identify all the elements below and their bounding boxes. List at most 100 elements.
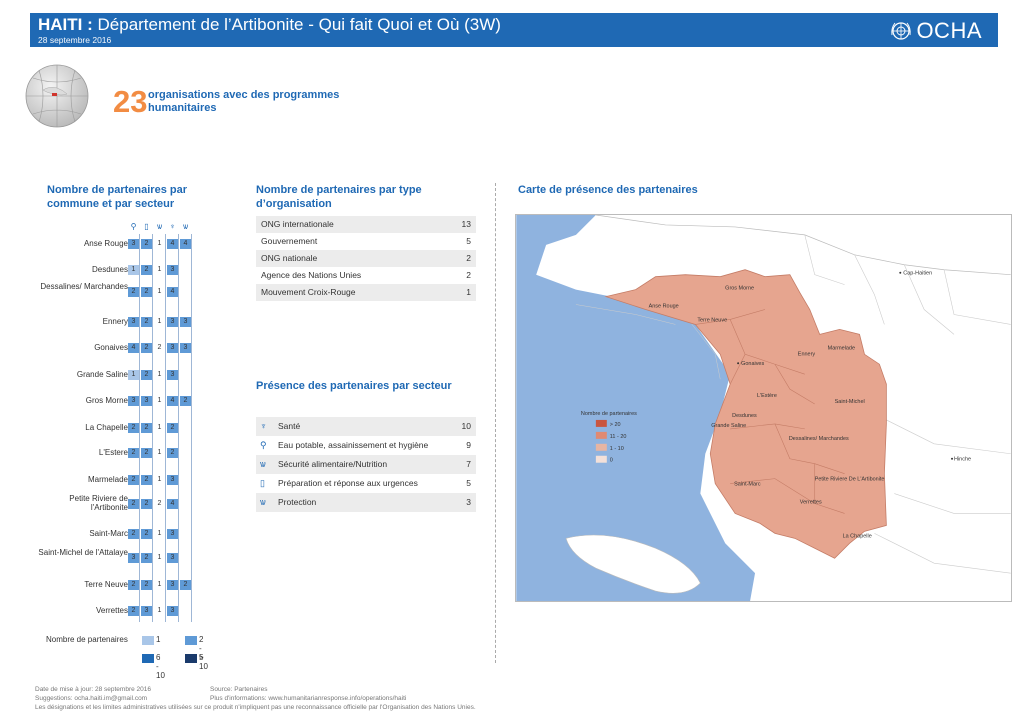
food-security-icon: ѡ — [183, 222, 188, 231]
commune-sector-value: 3 — [141, 606, 152, 616]
commune-sector-value: 1 — [128, 265, 139, 275]
food-kit-icon: ▯ — [144, 222, 149, 231]
commune-sector-value: 3 — [180, 343, 191, 353]
sector-presence-table: ♆ Santé 10 ⚲ Eau potable, assainissement et… — [256, 417, 476, 512]
map-label: Gonaives — [741, 361, 764, 367]
map-label: Hinche — [954, 457, 971, 463]
ocha-logo: OCHA — [890, 18, 982, 44]
commune-row: Anse Rouge 3 2 1 4 4 — [35, 237, 210, 263]
publication-date: 28 septembre 2016 — [38, 35, 112, 45]
table-row: ѡ Sécurité alimentaire/Nutrition 7 — [256, 455, 476, 474]
map-label: Saint-Michel — [835, 399, 865, 405]
commune-sector-value: 3 — [167, 317, 178, 327]
commune-sector-value: 2 — [141, 343, 152, 353]
partner-presence-map: Cap-Haitien Gros Morne Anse Rouge Terre … — [515, 214, 1012, 602]
map-label: Cap-Haitien — [903, 271, 932, 277]
map-legend-item: 0 — [610, 458, 613, 464]
page-title: HAITI : Département de l’Artibonite - Qu… — [38, 15, 501, 34]
globe-locator-icon — [25, 64, 89, 128]
emergency-kit-icon: ▯ — [260, 478, 265, 488]
commune-sector-value: 4 — [167, 287, 178, 297]
commune-row: Dessalines/ Marchandes 2 2 1 4 — [35, 282, 210, 311]
type-section-title: Nombre de partenaires par type d’organis… — [256, 184, 422, 210]
map-label: Gros Morne — [725, 286, 754, 292]
commune-legend: Nombre de partenaires 1 2 - 5 6 - 10 > 1… — [46, 635, 208, 680]
commune-sector-value: 2 — [141, 448, 152, 458]
commune-row: Terre Neuve 2 2 1 3 2 — [35, 578, 210, 604]
commune-row: Gros Morne 3 3 1 4 2 — [35, 394, 210, 420]
commune-sector-value: 2 — [128, 475, 139, 485]
commune-sector-value: 3 — [128, 239, 139, 249]
protection-icon: ѡ — [260, 497, 266, 507]
commune-name: Saint-Marc — [89, 529, 128, 538]
map-label: Desdunes — [732, 413, 757, 419]
legend-item: 1 — [156, 635, 161, 644]
commune-sector-value: 1 — [157, 266, 162, 273]
map-label: Ennery — [798, 351, 816, 357]
commune-name: Ennery — [102, 317, 128, 326]
commune-sector-value: 2 — [128, 606, 139, 616]
commune-sector-value: 3 — [128, 396, 139, 406]
map-legend-item: 11 - 20 — [610, 434, 627, 440]
commune-sector-value: 2 — [157, 344, 162, 351]
water-tap-icon: ⚲ — [260, 440, 267, 450]
commune-sector-value: 2 — [167, 448, 178, 458]
commune-sector-value: 3 — [180, 317, 191, 327]
commune-sector-value: 2 — [141, 529, 152, 539]
commune-sector-value: 3 — [128, 553, 139, 563]
commune-sector-value: 2 — [128, 499, 139, 509]
health-icon: ♆ — [169, 222, 176, 231]
commune-sector-value: 2 — [141, 239, 152, 249]
commune-sector-value: 2 — [180, 580, 191, 590]
commune-sector-value: 2 — [128, 287, 139, 297]
commune-sector-value: 3 — [167, 475, 178, 485]
commune-sector-value: 4 — [167, 499, 178, 509]
sector-section-title: Présence des partenaires par secteur — [256, 380, 452, 392]
table-row: Mouvement Croix-Rouge 1 — [256, 284, 476, 301]
section-divider — [495, 183, 497, 663]
map-legend-title: Nombre de partenaires — [581, 411, 637, 417]
commune-row: Petite Riviere de l'Artibonite 2 2 2 4 — [35, 494, 210, 523]
table-row: ѡ Protection 3 — [256, 493, 476, 512]
commune-sector-value: 1 — [157, 240, 162, 247]
header-banner: HAITI : Département de l’Artibonite - Qu… — [30, 13, 998, 47]
commune-sector-value: 1 — [157, 424, 162, 431]
footer-update-date: Date de mise à jour: 28 septembre 2016 — [35, 686, 151, 693]
commune-sector-value: 2 — [141, 265, 152, 275]
table-row: ▯ Préparation et réponse aux urgences 5 — [256, 474, 476, 493]
commune-name: Gros Morne — [85, 396, 128, 405]
commune-sector-value: 3 — [167, 370, 178, 380]
commune-sector-value: 1 — [157, 581, 162, 588]
un-emblem-icon — [891, 22, 912, 40]
commune-name: Grande Saline — [76, 370, 128, 379]
map-label: Terre Neuve — [697, 317, 727, 323]
commune-sector-value: 3 — [128, 317, 139, 327]
map-label: Saint-Marc — [734, 482, 761, 488]
map-label: Anse Rouge — [649, 304, 679, 310]
ocha-logo-text: OCHA — [916, 18, 982, 43]
commune-name: Marmelade — [87, 475, 128, 484]
table-row: ONG internationale 13 — [256, 216, 476, 233]
commune-name: Saint-Michel de l'Attalaye — [38, 548, 128, 557]
map-section-title: Carte de présence des partenaires — [518, 184, 698, 196]
commune-sector-value: 2 — [141, 317, 152, 327]
commune-row: Ennery 3 2 1 3 3 — [35, 315, 210, 341]
commune-sector-value: 1 — [157, 288, 162, 295]
commune-row: Verrettes 2 3 1 3 — [35, 604, 210, 630]
table-row: Gouvernement 5 — [261, 236, 471, 246]
commune-sector-value: 1 — [128, 370, 139, 380]
commune-sector-value: 2 — [157, 500, 162, 507]
map-label: Marmelade — [828, 345, 855, 351]
commune-name: Terre Neuve — [84, 580, 128, 589]
commune-sector-value: 1 — [157, 530, 162, 537]
commune-name: Desdunes — [91, 265, 128, 274]
map-label: Grande Saline — [711, 423, 746, 429]
table-row: ♆ Santé 10 — [256, 417, 476, 436]
table-row: ⚲ Eau potable, assainissement et hygiène 9 — [256, 436, 476, 455]
commune-sector-value: 2 — [141, 580, 152, 590]
commune-name: Gonaives — [94, 343, 128, 352]
commune-row: Grande Saline 1 2 1 3 — [35, 368, 210, 394]
map-label: Petite Riviere De L'Artibonite — [815, 477, 885, 483]
commune-sector-value: 4 — [180, 239, 191, 249]
map-label: L'Estère — [757, 393, 777, 399]
